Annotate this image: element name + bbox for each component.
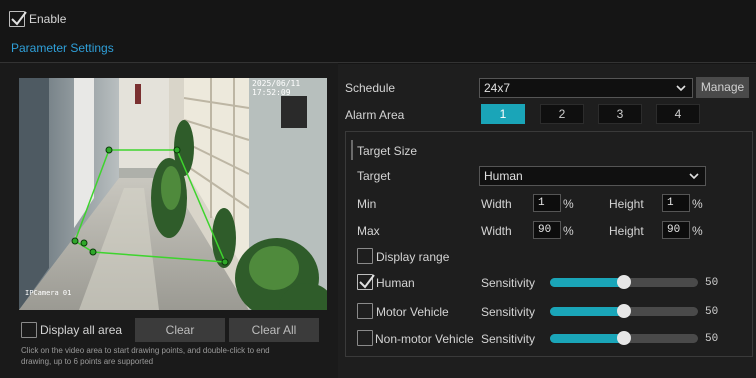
non-motor-vehicle-label: Non-motor Vehicle (375, 332, 474, 346)
motor-vehicle-sensitivity-value: 50 (705, 306, 719, 318)
display-all-area-label: Display all area (40, 323, 123, 337)
schedule-value: 24x7 (484, 81, 511, 95)
chevron-down-icon (676, 79, 686, 102)
min-height-input[interactable]: 1 (662, 194, 690, 212)
schedule-label: Schedule (345, 81, 396, 95)
region-point (80, 239, 88, 247)
alarm-area-label: Alarm Area (345, 108, 405, 122)
manage-button[interactable]: Manage (696, 77, 749, 98)
percent-sign: % (563, 197, 574, 211)
target-size-title: Target Size (357, 144, 418, 158)
percent-sign: % (692, 197, 703, 211)
max-width-input[interactable]: 90 (533, 221, 561, 239)
alarm-region-polygon (74, 149, 227, 263)
alarm-area-button-3[interactable]: 3 (598, 104, 642, 124)
min-width-label: Width (481, 197, 512, 211)
tab-parameter-settings[interactable]: Parameter Settings (11, 41, 114, 55)
enable-label: Enable (29, 12, 67, 26)
alarm-region-overlay[interactable] (19, 78, 327, 310)
display-range-label: Display range (376, 250, 450, 264)
region-point (71, 237, 79, 245)
target-label: Target (357, 169, 391, 183)
min-label: Min (357, 197, 377, 211)
clear-button[interactable]: Clear (135, 318, 225, 342)
region-point (173, 146, 181, 154)
slider-fill (550, 307, 624, 316)
chevron-down-icon (689, 167, 699, 190)
region-point (89, 248, 97, 256)
motor-vehicle-label: Motor Vehicle (376, 305, 449, 319)
max-height-label: Height (609, 224, 644, 238)
target-size-panel (345, 131, 753, 357)
alarm-area-button-1[interactable]: 1 (481, 104, 525, 124)
clear-all-button[interactable]: Clear All (229, 318, 319, 342)
slider-knob[interactable] (617, 275, 631, 289)
region-point (105, 146, 113, 154)
display-range-checkbox[interactable] (357, 248, 373, 264)
section-marker (351, 140, 353, 160)
drawing-hint-line1: Click on the video area to start drawing… (21, 346, 270, 355)
max-label: Max (357, 224, 380, 238)
enable-checkbox[interactable] (9, 11, 27, 27)
min-width-input[interactable]: 1 (533, 194, 561, 212)
human-label: Human (376, 276, 415, 290)
human-sensitivity-value: 50 (705, 277, 719, 289)
percent-sign: % (563, 224, 574, 238)
checkmark-icon (359, 274, 375, 289)
max-width-label: Width (481, 224, 512, 238)
motor-vehicle-checkbox[interactable] (357, 303, 373, 319)
non-motor-vehicle-checkbox[interactable] (357, 330, 373, 346)
slider-fill (550, 334, 624, 343)
human-sensitivity-slider[interactable] (550, 275, 698, 289)
percent-sign: % (692, 224, 703, 238)
drawing-hint-line2: drawing, up to 6 points are supported (21, 357, 154, 366)
display-all-area-checkbox[interactable] (21, 322, 37, 338)
target-select[interactable]: Human (479, 166, 706, 186)
video-preview[interactable]: 2025/06/11 17:52:09 IPCamera 01 (19, 78, 327, 310)
slider-knob[interactable] (617, 331, 631, 345)
motor-vehicle-sensitivity-label: Sensitivity (481, 305, 536, 319)
schedule-select[interactable]: 24x7 (479, 78, 693, 98)
non-motor-vehicle-sensitivity-label: Sensitivity (481, 332, 536, 346)
target-value: Human (484, 169, 523, 183)
human-sensitivity-label: Sensitivity (481, 276, 536, 290)
region-point (221, 258, 229, 266)
slider-knob[interactable] (617, 304, 631, 318)
alarm-area-button-2[interactable]: 2 (540, 104, 584, 124)
alarm-area-button-4[interactable]: 4 (656, 104, 700, 124)
min-height-label: Height (609, 197, 644, 211)
max-height-input[interactable]: 90 (662, 221, 690, 239)
checkmark-icon (11, 11, 27, 26)
motor-vehicle-sensitivity-slider[interactable] (550, 304, 698, 318)
human-checkbox[interactable] (357, 274, 375, 290)
non-motor-vehicle-sensitivity-slider[interactable] (550, 331, 698, 345)
non-motor-vehicle-sensitivity-value: 50 (705, 333, 719, 345)
slider-fill (550, 278, 624, 287)
